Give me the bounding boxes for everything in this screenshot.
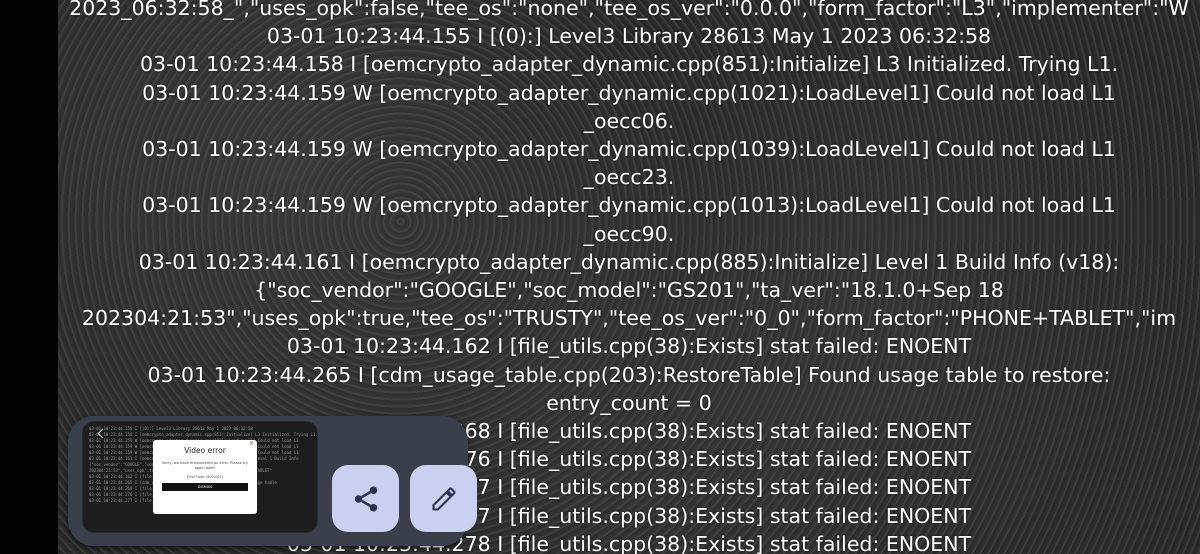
log-line: 03-01 10:23:44.265 I [cdm_usage_table.cp…	[147, 362, 1111, 387]
log-line: 03-01 10:23:44.162 I [file_utils.cpp(38)…	[286, 334, 972, 359]
dialog-title: Video error	[184, 446, 226, 455]
log-line: 03-01 10:23:44.161 I [oemcrypto_adapter_…	[138, 249, 1120, 274]
log-line: 202304:21:53","uses_opk":true,"tee_os":"…	[81, 306, 1177, 331]
log-line: _oecc23.	[583, 165, 675, 190]
log-line: _oecc06.	[583, 108, 675, 133]
share-icon	[354, 486, 377, 511]
log-line: 03-01 10:23:44.155 I [(0):] Level3 Libra…	[266, 24, 992, 49]
log-line: 03-01 10:23:44.159 W [oemcrypto_adapter_…	[142, 137, 1116, 162]
log-line: {"soc_vendor":"GOOGLE","soc_model":"GS20…	[254, 278, 1004, 303]
dialog-error-code: Error Code: (6002001)	[187, 475, 223, 479]
edit-button[interactable]	[410, 465, 477, 532]
log-line: 2023_06:32:58_","uses_opk":false,"tee_os…	[69, 0, 1189, 20]
log-line: 03-01 10:23:44.158 I [oemcrypto_adapter_…	[139, 52, 1119, 77]
log-line: entry_count = 0	[546, 390, 712, 415]
dismiss-button: DISMISS	[162, 483, 248, 491]
dialog-message: Sorry, we have encountered an error. Ple…	[161, 461, 248, 470]
log-line: 03-01 10:23:44.159 W [oemcrypto_adapter_…	[142, 80, 1116, 105]
close-icon: ×	[248, 440, 254, 447]
share-button[interactable]	[332, 465, 399, 532]
video-error-dialog: × Video error Sorry, we have encountered…	[153, 440, 257, 514]
log-line: _oecc90.	[583, 221, 675, 246]
screenshot-thumbnail[interactable]: 03-01 10:23:44.155 I [(0):] Level3 Libra…	[82, 421, 318, 533]
screenshot-viewer: 2023_06:32:58_","uses_opk":false,"tee_os…	[0, 0, 1200, 554]
log-line: 03-01 10:23:44.159 W [oemcrypto_adapter_…	[142, 193, 1116, 218]
pencil-icon	[431, 486, 456, 511]
